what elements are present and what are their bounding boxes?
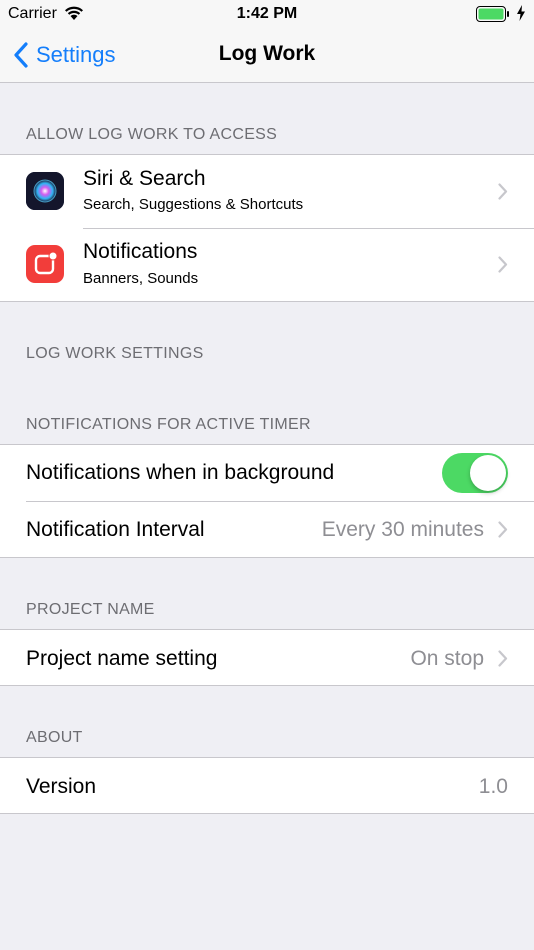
section-header-settings: LOG WORK SETTINGS	[26, 345, 204, 362]
section-header-about: ABOUT	[26, 729, 83, 746]
background-notifications-label: Notifications when in background	[26, 461, 335, 484]
notifications-row[interactable]: Notifications Banners, Sounds	[0, 228, 534, 301]
toggle-knob	[470, 455, 506, 491]
notifications-title: Notifications	[83, 240, 198, 263]
version-value: 1.0	[478, 775, 508, 798]
section-header-timer: NOTIFICATIONS FOR ACTIVE TIMER	[26, 416, 311, 433]
battery-icon	[476, 6, 510, 22]
section-header-access: ALLOW LOG WORK TO ACCESS	[26, 126, 278, 143]
notifications-app-icon	[26, 245, 64, 283]
project-name-setting-value: On stop	[410, 647, 484, 670]
chevron-right-icon	[498, 256, 508, 273]
page-title: Log Work	[218, 42, 316, 65]
siri-search-row[interactable]: Siri & Search Search, Suggestions & Shor…	[0, 155, 534, 228]
notification-interval-label: Notification Interval	[26, 518, 205, 541]
access-group: Siri & Search Search, Suggestions & Shor…	[0, 154, 534, 302]
chevron-right-icon	[498, 650, 508, 667]
status-time: 1:42 PM	[236, 5, 298, 22]
project-name-setting-row[interactable]: Project name setting On stop	[0, 630, 534, 685]
project-group: Project name setting On stop	[0, 629, 534, 686]
about-group: Version 1.0	[0, 757, 534, 814]
notification-interval-row[interactable]: Notification Interval Every 30 minutes	[0, 501, 534, 557]
background-notifications-toggle[interactable]	[442, 453, 508, 493]
siri-search-title: Siri & Search	[83, 167, 206, 190]
version-row: Version 1.0	[0, 758, 534, 813]
siri-search-subtitle: Search, Suggestions & Shortcuts	[83, 196, 304, 213]
chevron-right-icon	[498, 521, 508, 538]
charging-bolt-icon	[516, 5, 526, 26]
timer-group: Notifications when in background Notific…	[0, 444, 534, 558]
section-header-project: PROJECT NAME	[26, 601, 155, 618]
siri-icon	[26, 172, 64, 210]
background-notifications-row: Notifications when in background	[0, 445, 534, 501]
notification-interval-value: Every 30 minutes	[321, 518, 484, 541]
chevron-right-icon	[498, 183, 508, 200]
status-bar: Carrier 1:42 PM	[0, 0, 534, 28]
navigation-bar: Settings Log Work	[0, 28, 534, 83]
project-name-setting-label: Project name setting	[26, 647, 218, 670]
version-label: Version	[26, 775, 97, 798]
notifications-subtitle: Banners, Sounds	[83, 270, 199, 287]
